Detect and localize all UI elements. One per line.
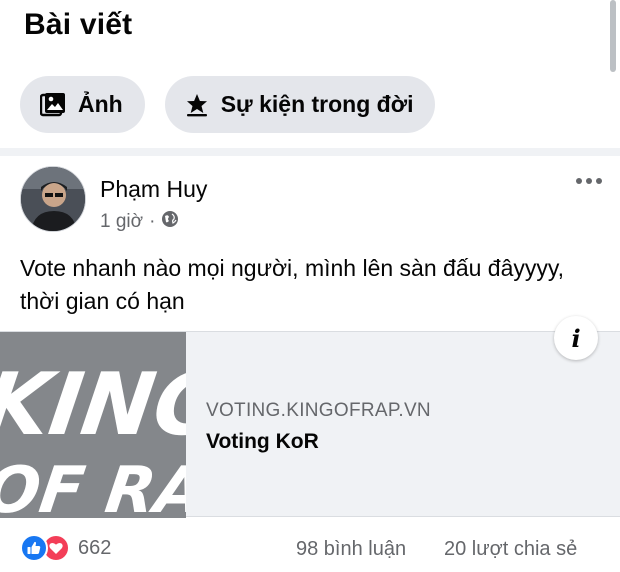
more-dot-icon — [596, 178, 602, 184]
post-text: Vote nhanh nào mọi người, mình lên sàn đ… — [20, 255, 565, 314]
photo-icon — [40, 92, 66, 117]
post-time[interactable]: 1 giờ — [100, 211, 143, 233]
section-title: Bài viết — [24, 8, 133, 41]
post-author[interactable]: Phạm Huy — [100, 176, 207, 203]
like-icon — [20, 534, 48, 562]
globe-icon — [161, 210, 179, 234]
chip-bar: Ảnh Sự kiện trong đời — [20, 76, 436, 133]
star-flag-icon — [185, 93, 209, 117]
life-event-chip-label: Sự kiện trong đời — [220, 91, 414, 117]
link-preview-card[interactable]: KING OF RAP VOTING.KINGOFRAP.VN Voting K… — [0, 316, 620, 518]
section-divider — [0, 148, 620, 156]
life-event-chip[interactable]: Sự kiện trong đời — [164, 76, 436, 133]
link-domain: VOTING.KINGOFRAP.VN — [206, 400, 431, 421]
info-icon: i — [571, 323, 581, 353]
photo-chip-label: Ảnh — [78, 91, 123, 117]
link-title[interactable]: Voting KoR — [206, 430, 319, 454]
avatar[interactable] — [20, 166, 86, 232]
post-stats: 662 98 bình luận 20 lượt chia sẻ — [0, 532, 620, 568]
meta-separator: · — [149, 211, 156, 232]
shares-count[interactable]: 20 lượt chia sẻ — [444, 538, 577, 561]
more-dot-icon — [586, 178, 592, 184]
reaction-count: 662 — [78, 536, 112, 559]
more-dot-icon — [576, 178, 582, 184]
more-options-button[interactable] — [576, 178, 602, 184]
comments-count[interactable]: 98 bình luận — [296, 538, 406, 561]
thumbnail-text-line-2: OF RAP — [0, 453, 186, 518]
post-meta: 1 giờ · — [100, 210, 179, 234]
info-button[interactable]: i — [554, 316, 598, 360]
reactions-summary[interactable]: 662 — [20, 534, 111, 562]
photo-chip[interactable]: Ảnh — [20, 76, 145, 133]
link-thumbnail: KING OF RAP — [0, 332, 186, 518]
scrollbar[interactable] — [610, 0, 616, 72]
thumbnail-text-line-1: KING — [0, 355, 186, 455]
